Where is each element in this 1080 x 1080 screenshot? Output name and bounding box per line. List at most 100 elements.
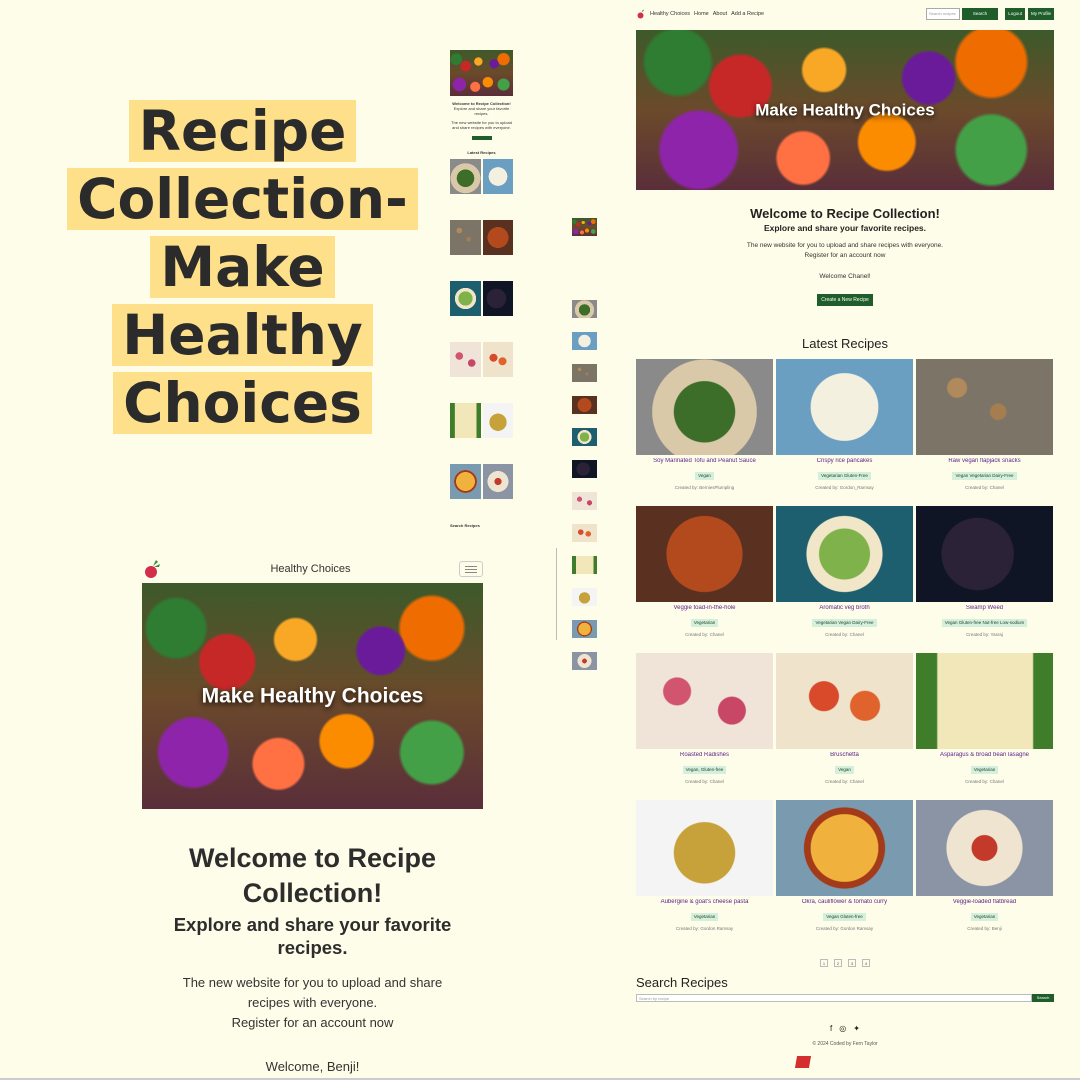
recipe-title[interactable]: Swamp Weed — [916, 605, 1053, 611]
tiny-recipe-image[interactable] — [482, 464, 513, 499]
tiny-recipe-image[interactable] — [450, 342, 481, 377]
recipe-tags: Vegan — [835, 765, 854, 774]
strip-recipe-image — [572, 524, 597, 542]
page-link[interactable]: 2 — [834, 959, 842, 967]
recipe-author: Created by: Chanel — [825, 779, 864, 784]
tiny-recipe-image[interactable] — [450, 220, 481, 255]
recipe-grid: Soy Marinated Tofu and Peanut Sauce Vega… — [636, 359, 1054, 947]
recipe-tags: Vegetarian — [970, 765, 999, 774]
recipe-card[interactable]: Asparagus & broad bean lasagne Vegetaria… — [916, 653, 1053, 800]
recipe-card[interactable]: Okra, cauliflower & tomato curry Vegan G… — [776, 800, 913, 947]
nav-home[interactable]: Home — [694, 11, 709, 17]
page-link[interactable]: 3 — [848, 959, 856, 967]
my-profile-button[interactable]: My Profile — [1027, 8, 1054, 20]
user-greeting: Welcome, Benji! — [265, 1059, 360, 1074]
tiny-create-button[interactable] — [471, 136, 492, 140]
radish-logo-icon[interactable] — [142, 559, 162, 579]
nav-add-recipe[interactable]: Add a Recipe — [731, 11, 764, 17]
recipe-card[interactable]: Roasted Radishes Vegan, Gluten-free Crea… — [636, 653, 773, 800]
recipe-card[interactable]: Raw vegan flapjack snacks Vegan Vegetari… — [916, 359, 1053, 506]
welcome-subtitle: Explore and share your favorite recipes. — [173, 914, 452, 958]
page-link[interactable]: 1 — [820, 959, 828, 967]
nav-about[interactable]: About — [713, 11, 727, 17]
recipe-card[interactable]: Bruschetta Vegan Created by: Chanel — [776, 653, 913, 800]
recipe-card[interactable]: Swamp Weed Vegan Gluten-free Nut-free Lo… — [916, 506, 1053, 653]
nav-brand[interactable]: Healthy Choices — [650, 11, 690, 17]
recipe-author: Created by: Chanel — [825, 632, 864, 637]
recipe-image[interactable] — [776, 653, 913, 749]
tiny-welcome-desc: The new website for you to upload and sh… — [451, 120, 512, 130]
nav-links: Healthy Choices Home About Add a Recipe — [650, 11, 764, 17]
page-link[interactable]: 4 — [862, 959, 870, 967]
recipe-image[interactable] — [916, 653, 1053, 749]
recipe-image[interactable] — [636, 506, 773, 602]
search-input[interactable]: Search by recipe — [636, 994, 1032, 1002]
recipe-image[interactable] — [636, 653, 773, 749]
recipe-author: Created by: Gordon_Ramsay — [815, 485, 874, 490]
hero-image: Make Healthy Choices — [636, 30, 1054, 190]
recipe-title[interactable]: Roasted Radishes — [636, 752, 773, 758]
instagram-icon[interactable]: ◎ — [839, 1024, 846, 1033]
search-button[interactable]: Search — [1032, 994, 1054, 1002]
recipe-image[interactable] — [776, 506, 913, 602]
promo-title-line: Healthy — [112, 304, 373, 366]
facebook-icon[interactable]: f — [830, 1024, 832, 1033]
nav-search-input[interactable]: Search recipes — [926, 8, 960, 20]
recipe-image[interactable] — [776, 359, 913, 455]
recipe-title[interactable]: Crispy rice pancakes — [776, 458, 913, 464]
mobile-preview-full: Welcome to Recipe Collection! Explore an… — [450, 42, 513, 545]
desktop-view: Healthy Choices Home About Add a Recipe … — [636, 0, 1054, 1080]
tiny-recipe-image[interactable] — [482, 220, 513, 255]
recipe-title[interactable]: Veggie toad-in-the-hole — [636, 605, 773, 611]
recipe-image[interactable] — [776, 800, 913, 896]
twitter-icon[interactable]: ✦ — [853, 1024, 860, 1033]
radish-logo-icon[interactable] — [636, 9, 646, 19]
tiny-recipe-image[interactable] — [450, 159, 481, 194]
recipe-title[interactable]: Okra, cauliflower & tomato curry — [776, 899, 913, 905]
recipe-image[interactable] — [916, 359, 1053, 455]
strip-recipe-image — [572, 588, 597, 606]
recipe-title[interactable]: Raw vegan flapjack snacks — [916, 458, 1053, 464]
tiny-recipe-image[interactable] — [482, 281, 513, 316]
recipe-author: Created by: Chanel — [965, 485, 1004, 490]
tiny-latest-title: Latest Recipes — [467, 150, 496, 155]
tiny-recipe-image[interactable] — [450, 464, 481, 499]
mobile-preview-strip — [572, 218, 597, 768]
recipe-card[interactable]: Aromatic veg broth Vegetarian Vegan Dair… — [776, 506, 913, 653]
recipe-image[interactable] — [636, 359, 773, 455]
recipe-card[interactable]: Crispy rice pancakes Vegetarian Gluten-F… — [776, 359, 913, 506]
recipe-image[interactable] — [916, 506, 1053, 602]
register-text: Register for an account now — [804, 252, 886, 259]
recipe-image[interactable] — [916, 800, 1053, 896]
recipe-card[interactable]: Aubergine & goat's cheese pasta Vegetari… — [636, 800, 773, 947]
tiny-recipe-image[interactable] — [482, 342, 513, 377]
strip-welcome — [572, 250, 597, 300]
recipe-card[interactable]: Soy Marinated Tofu and Peanut Sauce Vega… — [636, 359, 773, 506]
strip-recipe-image — [572, 620, 597, 638]
footer-credit: © 2024 Coded by Fern Taylor — [812, 1041, 878, 1047]
logout-button[interactable]: Logout — [1005, 8, 1025, 20]
tiny-recipe-image[interactable] — [482, 403, 513, 438]
recipe-title[interactable]: Veggie-loaded flatbread — [916, 899, 1053, 905]
tiny-recipe-image[interactable] — [450, 403, 481, 438]
recipe-image[interactable] — [636, 800, 773, 896]
tiny-welcome-subtitle: Explore and share your favorite recipes. — [453, 106, 510, 116]
brand-name[interactable]: Healthy Choices — [270, 563, 350, 575]
tiny-search-title: Search Recipes — [450, 523, 480, 528]
social-links: f ◎ ✦ — [636, 1024, 1054, 1033]
recipe-tags: Vegetarian — [690, 912, 719, 921]
hamburger-menu-icon[interactable] — [459, 561, 483, 577]
tiny-recipe-image[interactable] — [450, 281, 481, 316]
recipe-title[interactable]: Bruschetta — [776, 752, 913, 758]
promo-title: Recipe Collection- Make Healthy Choices — [60, 100, 425, 440]
create-recipe-button[interactable]: Create a New Recipe — [817, 294, 873, 306]
recipe-title[interactable]: Asparagus & broad bean lasagne — [916, 752, 1053, 758]
tiny-recipe-image[interactable] — [482, 159, 513, 194]
recipe-title[interactable]: Aromatic veg broth — [776, 605, 913, 611]
recipe-title[interactable]: Soy Marinated Tofu and Peanut Sauce — [636, 458, 773, 464]
recipe-title[interactable]: Aubergine & goat's cheese pasta — [636, 899, 773, 905]
recipe-card[interactable]: Veggie toad-in-the-hole Vegetarian Creat… — [636, 506, 773, 653]
nav-search-button[interactable]: Search — [962, 8, 998, 20]
search-bar: Search by recipe Search — [636, 994, 1054, 1002]
recipe-card[interactable]: Veggie-loaded flatbread Vegetarian Creat… — [916, 800, 1053, 947]
